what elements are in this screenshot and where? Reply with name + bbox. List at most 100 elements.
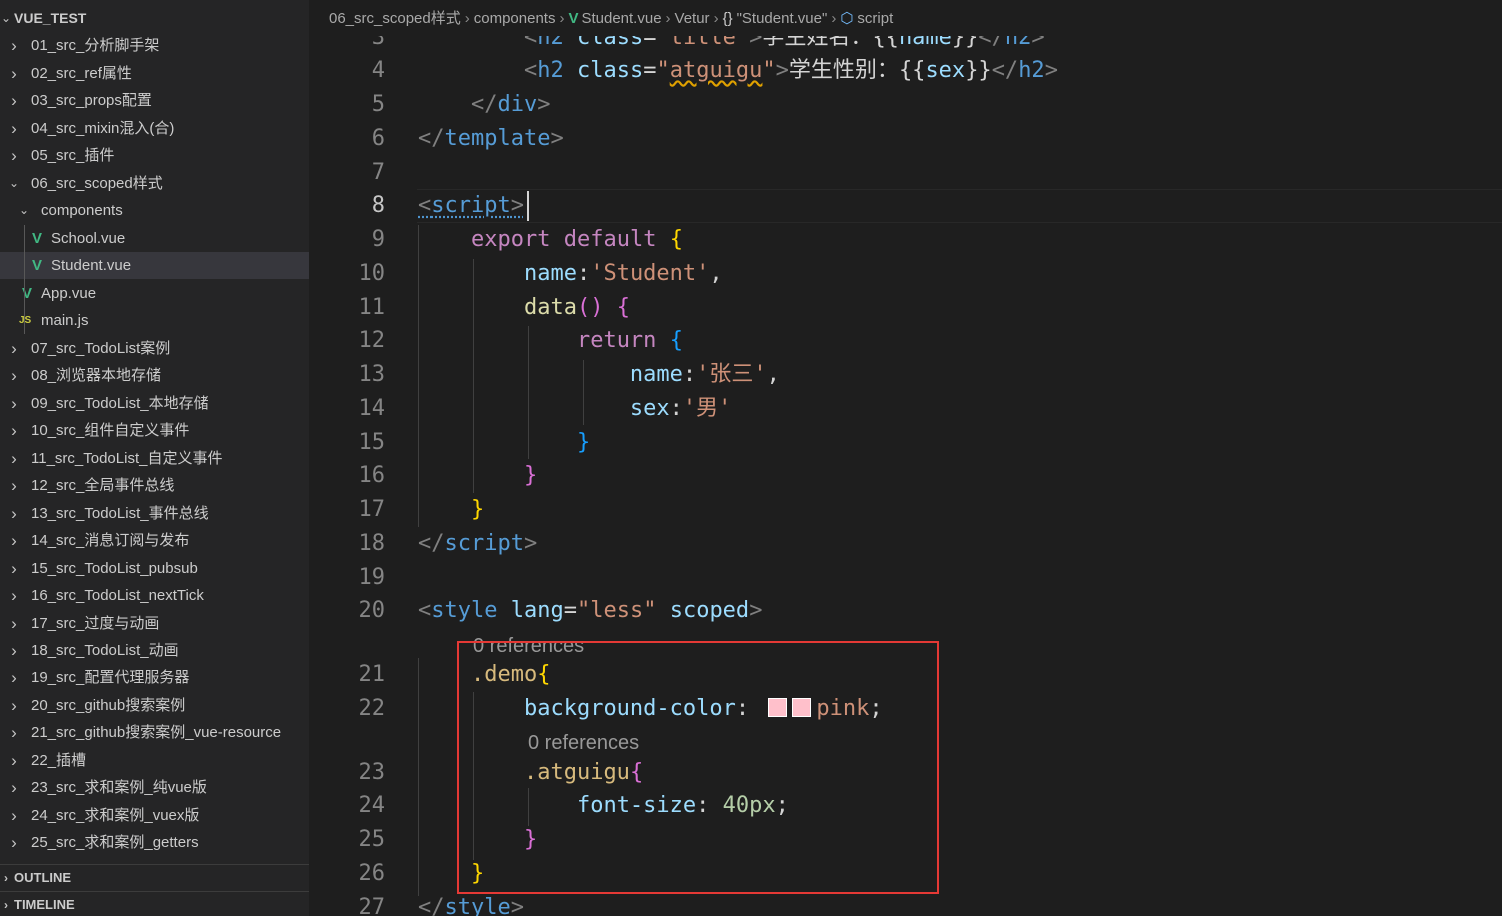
chevron-right-icon: › [11, 586, 17, 605]
code-line-11: data() { [523, 295, 630, 320]
tree-folder-item[interactable]: › 02_src_ref属性 [0, 60, 309, 87]
tree-item-label: 12_src_全局事件总线 [31, 477, 175, 494]
code-line-14: sex:'男' [629, 396, 732, 421]
breadcrumb-symbol-object[interactable]: "Student.vue" [737, 10, 828, 27]
tree-folder-item[interactable]: › 21_src_github搜索案例_vue-resource [0, 719, 309, 746]
tree-folder-item[interactable]: ⌄ components [0, 197, 309, 224]
chevron-right-icon: › [11, 119, 17, 138]
code-token: '男' [682, 396, 732, 421]
line-number: 13 [358, 362, 386, 387]
tree-item-label: 14_src_消息订阅与发布 [31, 532, 190, 549]
tree-folder-item[interactable]: › 14_src_消息订阅与发布 [0, 527, 309, 554]
line-number: 11 [358, 295, 386, 320]
tree-item-label: 24_src_求和案例_vuex版 [31, 807, 200, 824]
tree-item-label: 08_浏览器本地存储 [31, 367, 162, 384]
tree-file-item[interactable]: V App.vue [0, 280, 309, 307]
explorer-root[interactable]: ⌄ VUE_TEST [0, 4, 309, 32]
tree-folder-item[interactable]: › 18_src_TodoList_动画 [0, 637, 309, 664]
tree-folder-item[interactable]: › 04_src_mixin混入(合) [0, 115, 309, 142]
line-number: 9 [371, 227, 385, 252]
line-number: 26 [358, 861, 386, 886]
tree-folder-item[interactable]: › 12_src_全局事件总线 [0, 472, 309, 499]
code-token: 学生姓名： [762, 36, 873, 50]
tree-folder-item[interactable]: › 03_src_props配置 [0, 87, 309, 114]
breadcrumb-folder[interactable]: 06_src_scoped样式 [329, 10, 461, 27]
chevron-down-icon: ⌄ [8, 176, 20, 190]
chevron-right-icon: › [713, 10, 719, 28]
breadcrumb-file[interactable]: Student.vue [581, 10, 661, 27]
chevron-right-icon: › [4, 898, 8, 912]
timeline-section-header[interactable]: › TIMELINE [0, 891, 309, 916]
code-line-12: return { [576, 328, 683, 353]
chevron-right-icon: › [11, 91, 17, 110]
chevron-right-icon: › [11, 641, 17, 660]
tree-folder-item[interactable]: › 20_src_github搜索案例 [0, 692, 309, 719]
breadcrumb-subfolder[interactable]: components [474, 10, 556, 27]
tree-folder-item[interactable]: › 16_src_TodoList_nextTick [0, 582, 309, 609]
code-line-17: } [470, 497, 485, 522]
tree-folder-item[interactable]: › 23_src_求和案例_纯vue版 [0, 774, 309, 801]
tree-file-item[interactable]: V Student.vue [0, 252, 309, 279]
chevron-down-icon: ⌄ [0, 11, 12, 25]
code-line-18: </script> [418, 531, 538, 556]
line-number: 10 [358, 261, 386, 286]
code-line-4: <h2 class="atguigu">学生性别：{{sex}}</h2> [523, 58, 1058, 83]
line-number: 14 [358, 396, 386, 421]
code-token: name [898, 36, 952, 50]
line-number: 23 [358, 760, 386, 785]
line-number: 24 [358, 793, 386, 818]
tree-folder-item[interactable]: › 13_src_TodoList_事件总线 [0, 500, 309, 527]
line-number: 5 [371, 92, 385, 117]
tree-folder-item[interactable]: › 07_src_TodoList案例 [0, 335, 309, 362]
tree-folder-item[interactable]: › 15_src_TodoList_pubsub [0, 555, 309, 582]
code-line-3: <h2 class="title">学生姓名：{{name}}</h2> [418, 36, 1045, 55]
breadcrumb-symbol-script[interactable]: script [857, 10, 893, 27]
tree-folder-item[interactable]: › 17_src_过度与动画 [0, 610, 309, 637]
code-token: "title" [656, 36, 750, 50]
chevron-right-icon: › [11, 421, 17, 440]
current-line-highlight [417, 189, 1502, 223]
breadcrumb-language[interactable]: Vetur [675, 10, 710, 27]
tree-file-item[interactable]: V School.vue [0, 225, 309, 252]
chevron-right-icon: › [11, 696, 17, 715]
vue-file-icon: V [32, 257, 43, 274]
tree-folder-item[interactable]: ⌄ 06_src_scoped样式 [0, 170, 309, 197]
code-line-13: name:'张三', [629, 362, 780, 387]
tree-folder-item[interactable]: › 09_src_TodoList_本地存储 [0, 390, 309, 417]
tree-folder-item[interactable]: › 01_src_分析脚手架 [0, 32, 309, 59]
tree-file-item[interactable]: JS main.js [0, 307, 309, 334]
tree-item-label: 17_src_过度与动画 [31, 615, 160, 632]
explorer-root-label: VUE_TEST [14, 10, 87, 26]
tree-item-label: 23_src_求和案例_纯vue版 [31, 779, 207, 796]
chevron-right-icon: › [11, 806, 17, 825]
line-number: 27 [358, 895, 386, 916]
outline-section-header[interactable]: › OUTLINE [0, 864, 309, 891]
tree-folder-item[interactable]: › 11_src_TodoList_自定义事件 [0, 445, 309, 472]
code-line-8: <script> [418, 193, 524, 218]
text-cursor [527, 191, 529, 221]
timeline-label: TIMELINE [14, 897, 75, 912]
tree-folder-item[interactable]: › 22_插槽 [0, 747, 309, 774]
tree-folder-item[interactable]: › 24_src_求和案例_vuex版 [0, 802, 309, 829]
chevron-right-icon: › [831, 10, 837, 28]
line-number: 17 [358, 497, 386, 522]
line-number: 4 [371, 58, 385, 83]
line-number: 25 [358, 827, 386, 852]
tree-folder-item[interactable]: › 10_src_组件自定义事件 [0, 417, 309, 444]
chevron-right-icon: › [11, 614, 17, 633]
chevron-right-icon: › [11, 833, 17, 852]
tree-folder-item[interactable]: › 19_src_配置代理服务器 [0, 664, 309, 691]
code-token: atguigu [669, 58, 763, 83]
line-number: 8 [371, 193, 385, 218]
indent-guide [24, 225, 25, 334]
code-line-15: } [576, 430, 591, 455]
tree-item-label: 02_src_ref属性 [31, 65, 132, 82]
line-number: 3 [371, 36, 385, 50]
code-line-27: </style> [418, 895, 524, 916]
tree-folder-item[interactable]: › 05_src_插件 [0, 142, 309, 169]
tree-item-label: 06_src_scoped样式 [31, 175, 163, 192]
tree-folder-item[interactable]: › 25_src_求和案例_getters [0, 829, 309, 856]
tree-folder-item[interactable]: › 08_浏览器本地存储 [0, 362, 309, 389]
outline-label: OUTLINE [14, 870, 72, 885]
line-number: 20 [358, 598, 386, 623]
